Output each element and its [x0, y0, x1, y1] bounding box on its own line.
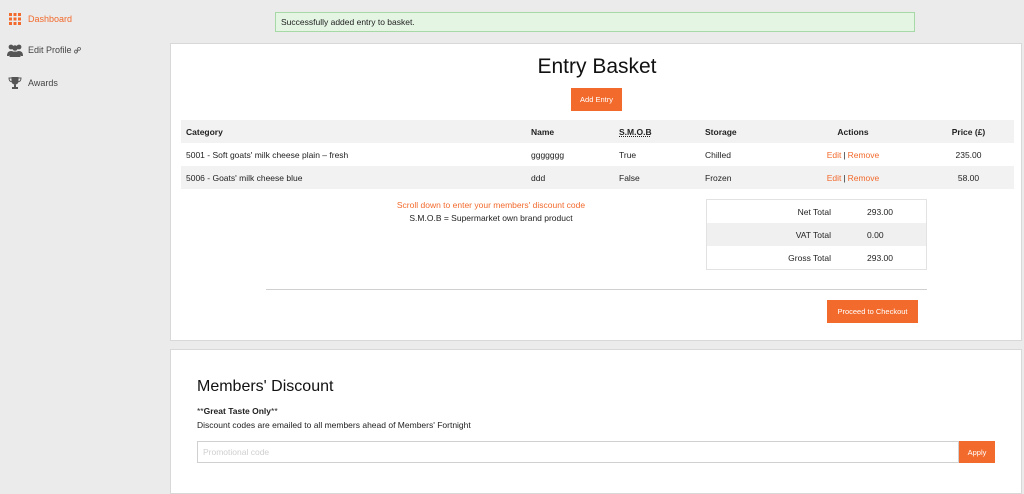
sidebar: Dashboard Edit Profile Awards — [0, 0, 165, 489]
tag-prefix: ** — [197, 406, 204, 416]
add-entry-button[interactable]: Add Entry — [571, 88, 622, 111]
cell-smob: True — [619, 149, 637, 160]
sidebar-item-dashboard[interactable]: Dashboard — [6, 10, 72, 28]
total-value: 293.00 — [867, 206, 893, 217]
proceed-to-checkout-button[interactable]: Proceed to Checkout — [827, 300, 918, 323]
tag-suffix: ** — [271, 406, 278, 416]
link-icon — [73, 46, 81, 54]
apply-button[interactable]: Apply — [959, 441, 995, 463]
entry-basket-panel: Entry Basket Add Entry Category Name S.M… — [170, 43, 1022, 341]
sidebar-item-edit-profile[interactable]: Edit Profile — [6, 41, 81, 59]
cell-storage: Chilled — [705, 149, 731, 160]
column-header-name: Name — [531, 126, 555, 137]
action-separator: | — [843, 172, 846, 183]
cell-name: ggggggg — [531, 149, 565, 160]
smob-note: S.M.O.B = Supermarket own brand product — [409, 213, 573, 223]
cell-category: 5001 - Soft goats' milk cheese plain – f… — [186, 149, 349, 160]
sidebar-item-awards[interactable]: Awards — [6, 74, 58, 92]
total-label: VAT Total — [795, 229, 831, 240]
tag-bold: Great Taste Only — [203, 406, 272, 416]
net-total-row: Net Total 293.00 — [707, 200, 926, 223]
scroll-note: Scroll down to enter your members' disco… — [396, 200, 586, 210]
column-header-actions: Actions — [837, 126, 869, 137]
total-label: Net Total — [797, 206, 831, 217]
divider — [266, 289, 927, 290]
column-header-smob: S.M.O.B — [619, 126, 652, 137]
sidebar-item-label: Awards — [28, 78, 58, 88]
sidebar-item-label: Edit Profile — [28, 45, 72, 55]
action-separator: | — [843, 149, 846, 160]
total-label: Gross Total — [788, 252, 831, 263]
cell-price: 58.00 — [957, 172, 980, 183]
basket-table: Category Name S.M.O.B Storage Actions Pr… — [181, 120, 1014, 189]
cell-price: 235.00 — [955, 149, 982, 160]
edit-link[interactable]: Edit — [827, 150, 842, 160]
column-header-price: Price (£) — [951, 126, 986, 137]
remove-link[interactable]: Remove — [848, 150, 880, 160]
total-value: 0.00 — [867, 229, 884, 240]
promo-code-input[interactable] — [197, 441, 959, 463]
total-value: 293.00 — [867, 252, 893, 263]
vat-total-row: VAT Total 0.00 — [707, 223, 926, 246]
cell-storage: Frozen — [705, 172, 732, 183]
cell-actions: Edit | Remove — [793, 143, 913, 166]
trophy-icon — [6, 74, 24, 92]
cell-category: 5006 - Goats' milk cheese blue — [186, 172, 303, 183]
gross-total-row: Gross Total 293.00 — [707, 246, 926, 269]
remove-link[interactable]: Remove — [848, 173, 880, 183]
members-discount-panel: Members' Discount **Great Taste Only** D… — [170, 349, 1022, 494]
cell-actions: Edit | Remove — [793, 166, 913, 189]
grid-icon — [6, 10, 24, 28]
table-row: 5006 - Goats' milk cheese blue ddd False… — [181, 166, 1014, 189]
discount-tag: **Great Taste Only** — [197, 406, 278, 416]
discount-info: Discount codes are emailed to all member… — [197, 420, 471, 430]
cell-smob: False — [619, 172, 640, 183]
users-icon — [6, 41, 24, 59]
column-header-storage: Storage — [705, 126, 737, 137]
table-row: 5001 - Soft goats' milk cheese plain – f… — [181, 143, 1014, 166]
page-title: Entry Basket — [537, 55, 657, 78]
edit-link[interactable]: Edit — [827, 173, 842, 183]
cell-name: ddd — [531, 172, 546, 183]
discount-title: Members' Discount — [197, 378, 334, 395]
totals-table: Net Total 293.00 VAT Total 0.00 Gross To… — [706, 199, 927, 270]
success-alert: Successfully added entry to basket. — [275, 12, 915, 32]
sidebar-item-label: Dashboard — [28, 14, 73, 24]
column-header-category: Category — [186, 126, 223, 137]
table-header: Category Name S.M.O.B Storage Actions Pr… — [181, 120, 1014, 143]
alert-message: Successfully added entry to basket. — [281, 17, 415, 27]
